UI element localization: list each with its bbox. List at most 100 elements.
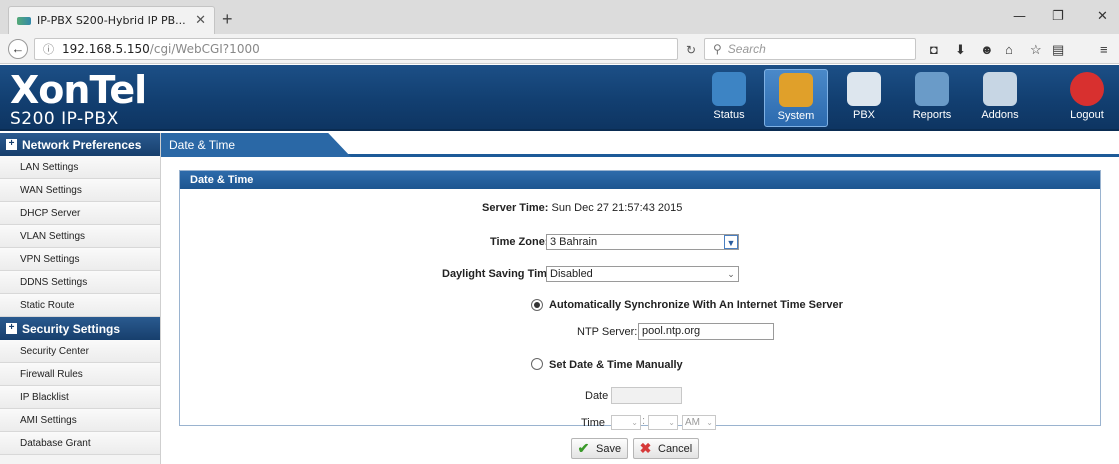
window-maximize-button[interactable]: ❐ — [1052, 9, 1064, 24]
sidebar-section-label: Security Settings — [22, 321, 121, 336]
home-icon[interactable]: ⌂ — [1005, 42, 1013, 57]
nav-status[interactable]: Status — [697, 69, 761, 127]
chevron-down-icon: ⌄ — [668, 418, 675, 427]
cancel-button[interactable]: ✖ Cancel — [633, 438, 700, 459]
browser-tab-title: IP-PBX S200-Hybrid IP PB... — [37, 14, 186, 27]
bookmarks-library-icon[interactable]: ▤ — [1052, 42, 1064, 58]
sidebar-item-wan-settings[interactable]: WAN Settings — [0, 179, 160, 202]
pbx-icon — [847, 72, 881, 106]
time-label: Time — [581, 417, 606, 429]
sidebar-item-ip-blacklist[interactable]: IP Blacklist — [0, 386, 160, 409]
date-input[interactable] — [611, 387, 682, 404]
sidebar-item-dhcp-server[interactable]: DHCP Server — [0, 202, 160, 225]
ntp-server-input[interactable]: pool.ntp.org — [638, 323, 774, 340]
main-content: Date & Time Date & Time Server Time: Sun… — [161, 133, 1119, 464]
chevron-down-icon: ⌄ — [727, 269, 735, 279]
download-icon[interactable]: ⬇ — [955, 42, 966, 58]
reports-icon — [915, 72, 949, 106]
manual-time-radio[interactable] — [531, 358, 543, 370]
chevron-down-icon: ⌄ — [706, 418, 713, 427]
nav-addons[interactable]: Addons — [968, 69, 1032, 127]
server-time-row: Server Time: Sun Dec 27 21:57:43 2015 — [482, 202, 682, 214]
reload-icon[interactable]: ↻ — [686, 43, 696, 57]
nav-label: Addons — [981, 109, 1019, 121]
cancel-label: Cancel — [658, 442, 693, 455]
sidebar-item-static-route[interactable]: Static Route — [0, 294, 160, 317]
expand-icon: + — [6, 139, 17, 150]
nav-label: Logout — [1070, 109, 1104, 121]
timezone-label: Time Zone: — [490, 236, 549, 248]
search-icon: ⚲ — [713, 42, 722, 56]
window-close-button[interactable]: ✕ — [1097, 9, 1108, 24]
breadcrumb: Date & Time — [161, 133, 351, 157]
sidebar-item-vlan-settings[interactable]: VLAN Settings — [0, 225, 160, 248]
menu-icon[interactable]: ≡ — [1100, 42, 1108, 57]
back-arrow-icon[interactable]: ← — [8, 39, 28, 59]
nav-label: Reports — [912, 109, 952, 121]
server-time-value: Sun Dec 27 21:57:43 2015 — [551, 202, 683, 214]
date-label: Date — [585, 390, 609, 402]
tab-close-icon[interactable]: ✕ — [195, 13, 206, 28]
nav-reports[interactable]: Reports — [900, 69, 964, 127]
dst-label-row: Daylight Saving Time: — [442, 268, 557, 280]
nav-system[interactable]: System — [764, 69, 828, 127]
chevron-down-icon: ⌄ — [631, 418, 638, 427]
expand-icon: + — [6, 323, 17, 334]
ampm-value: AM — [685, 417, 700, 428]
browser-nav-bar: ← ⓘ 192.168.5.150/cgi/WebCGI?1000 ↻ ⚲ Se… — [0, 34, 1119, 64]
sidebar-item-firewall-rules[interactable]: Firewall Rules — [0, 363, 160, 386]
auto-sync-radio[interactable] — [531, 299, 543, 311]
save-button[interactable]: ✔ Save — [571, 438, 629, 459]
dst-value: Disabled — [550, 268, 593, 280]
nav-label: System — [777, 110, 815, 122]
xontel-logo: XonTel S200 IP-PBX — [10, 68, 147, 129]
brand-subtitle: S200 IP-PBX — [10, 109, 119, 129]
ntp-server-label: NTP Server: — [577, 326, 638, 338]
nav-logout[interactable]: Logout — [1055, 69, 1119, 127]
server-time-label: Server Time: — [482, 202, 549, 214]
sidebar-item-vpn-settings[interactable]: VPN Settings — [0, 248, 160, 271]
url-host: 192.168.5.150 — [62, 42, 150, 56]
ampm-select[interactable]: AM ⌄ — [682, 415, 716, 430]
site-info-icon[interactable]: ⓘ — [43, 41, 54, 57]
dst-select[interactable]: Disabled ⌄ — [546, 266, 739, 282]
sidebar-item-ami-settings[interactable]: AMI Settings — [0, 409, 160, 432]
window-minimize-button[interactable]: — — [1013, 9, 1026, 24]
minute-select[interactable]: ⌄ — [648, 415, 678, 430]
browser-search-input[interactable]: ⚲ Search — [704, 38, 916, 60]
new-tab-button[interactable]: + — [222, 9, 233, 30]
dst-label: Daylight Saving Time: — [442, 268, 557, 280]
bookmark-star-icon[interactable]: ☆ — [1030, 42, 1042, 58]
system-icon — [779, 73, 813, 107]
site-favicon-icon — [17, 16, 31, 25]
address-bar[interactable]: ⓘ 192.168.5.150/cgi/WebCGI?1000 — [34, 38, 678, 60]
browser-tab[interactable]: IP-PBX S200-Hybrid IP PB... ✕ — [8, 6, 215, 34]
brand-name: XonTel — [10, 68, 147, 112]
sidebar-section-label: Network Preferences — [22, 137, 142, 152]
sidebar-item-lan-settings[interactable]: LAN Settings — [0, 156, 160, 179]
nav-label: PBX — [852, 109, 875, 121]
hour-select[interactable]: ⌄ — [611, 415, 641, 430]
search-placeholder: Search — [727, 42, 766, 56]
nav-label: Status — [713, 109, 745, 121]
status-icon — [712, 72, 746, 106]
time-separator: : — [642, 415, 646, 427]
account-icon[interactable]: ☻ — [980, 42, 994, 57]
url-path: /cgi/WebCGI?1000 — [149, 42, 260, 56]
sidebar-section-security-settings[interactable]: + Security Settings — [0, 317, 160, 340]
pocket-icon[interactable]: ◘ — [930, 42, 938, 57]
auto-sync-label: Automatically Synchronize With An Intern… — [549, 299, 843, 311]
timezone-select[interactable]: 3 Bahrain ▼ — [546, 234, 739, 250]
sidebar-item-ddns-settings[interactable]: DDNS Settings — [0, 271, 160, 294]
sidebar-item-security-center[interactable]: Security Center — [0, 340, 160, 363]
browser-tab-bar: IP-PBX S200-Hybrid IP PB... ✕ + — ❐ ✕ — [0, 0, 1119, 34]
nav-pbx[interactable]: PBX — [832, 69, 896, 127]
sidebar: + Network Preferences LAN Settings WAN Se… — [0, 133, 161, 464]
addons-icon — [983, 72, 1017, 106]
panel-title: Date & Time — [180, 171, 1100, 189]
sidebar-section-network-preferences[interactable]: + Network Preferences — [0, 133, 160, 156]
timezone-value: 3 Bahrain — [550, 236, 598, 248]
sidebar-item-database-grant[interactable]: Database Grant — [0, 432, 160, 455]
check-icon: ✔ — [577, 440, 590, 456]
manual-time-label: Set Date & Time Manually — [549, 359, 683, 371]
